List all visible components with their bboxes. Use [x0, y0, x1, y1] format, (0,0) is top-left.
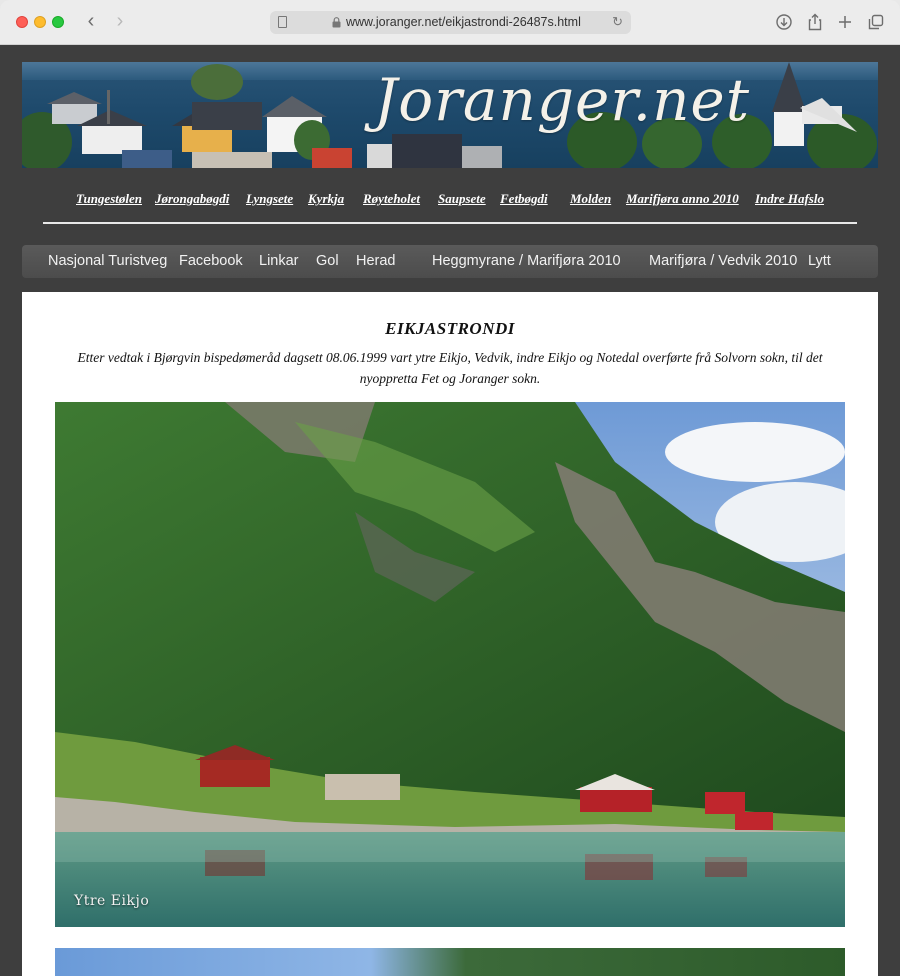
menu-item-gol[interactable]: Gol: [316, 253, 339, 269]
download-icon[interactable]: [774, 12, 794, 32]
nav-link-kyrkja[interactable]: Kyrkja: [308, 191, 344, 207]
page-body: Joranger.net Tungestølen Jørongabøgdi Ly…: [0, 45, 900, 976]
new-tab-icon[interactable]: [835, 12, 855, 32]
reload-icon[interactable]: ↻: [612, 14, 623, 30]
minimize-window-button[interactable]: [34, 16, 46, 28]
header-banner[interactable]: Joranger.net: [22, 62, 878, 168]
nav-link-tungestolen[interactable]: Tungestølen: [76, 191, 142, 207]
main-content: EIKJASTRONDI Etter vedtak i Bjørgvin bis…: [22, 292, 878, 976]
menu-item-facebook[interactable]: Facebook: [179, 253, 243, 269]
menu-item-heggmyrane-marifjora[interactable]: Heggmyrane / Marifjøra 2010: [432, 253, 621, 269]
close-window-button[interactable]: [16, 16, 28, 28]
nav-link-saupsete[interactable]: Saupsete: [438, 191, 486, 207]
photo-caption: Ytre Eikjo: [74, 893, 150, 909]
nav-link-marifjora-2010[interactable]: Marifjøra anno 2010: [626, 191, 739, 207]
forward-arrow-icon[interactable]: ›: [109, 10, 131, 32]
nav-link-molden[interactable]: Molden: [570, 191, 611, 207]
menu-item-nasjonal-turistveg[interactable]: Nasjonal Turistveg: [48, 253, 167, 269]
main-menu-bar: Nasjonal Turistveg Facebook Linkar Gol H…: [22, 245, 878, 278]
menu-item-lytt[interactable]: Lytt: [808, 253, 831, 269]
address-bar[interactable]: www.joranger.net/eikjastrondi-26487s.htm…: [270, 11, 631, 34]
top-navigation: Tungestølen Jørongabøgdi Lyngsete Kyrkja…: [22, 185, 878, 225]
zoom-window-button[interactable]: [52, 16, 64, 28]
browser-toolbar: ‹ › www.joranger.net/eikjastrondi-26487s…: [0, 0, 900, 45]
nav-link-fetbogdi[interactable]: Fetbøgdi: [500, 191, 548, 207]
nav-link-indre-hafslo[interactable]: Indre Hafslo: [755, 191, 824, 207]
page-title: EIKJASTRONDI: [385, 319, 515, 338]
nav-link-lyngsete[interactable]: Lyngsete: [246, 191, 293, 207]
intro-text: Etter vedtak i Bjørgvin bispedømeråd dag…: [77, 350, 823, 386]
page-icon: [278, 16, 287, 28]
share-icon[interactable]: [805, 12, 825, 32]
site-logo: Joranger.net: [374, 66, 751, 134]
menu-item-herad[interactable]: Herad: [356, 253, 396, 269]
nav-link-jorongabogdi[interactable]: Jørongabøgdi: [155, 191, 229, 207]
menu-item-linkar[interactable]: Linkar: [259, 253, 299, 269]
nav-link-royteholet[interactable]: Røyteholet: [363, 191, 420, 207]
tab-overview-icon[interactable]: [866, 12, 886, 32]
nav-divider: [43, 222, 857, 224]
url-text: www.joranger.net/eikjastrondi-26487s.htm…: [346, 15, 581, 29]
menu-item-marifjora-vedvik[interactable]: Marifjøra / Vedvik 2010: [649, 253, 797, 269]
photo-ytre-eikjo: Ytre Eikjo: [55, 402, 845, 927]
lock-icon: [332, 17, 341, 28]
photo-second: [55, 948, 845, 976]
back-arrow-icon[interactable]: ‹: [80, 10, 102, 32]
